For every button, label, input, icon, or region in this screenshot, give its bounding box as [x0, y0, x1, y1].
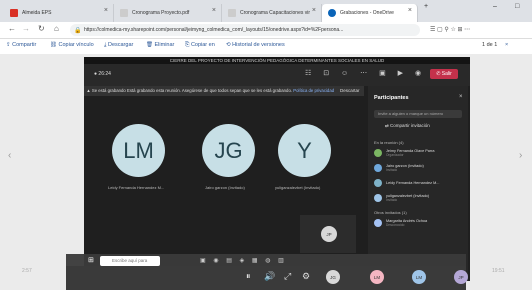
volume-icon[interactable]: 🔊 [264, 271, 275, 282]
minimize-icon[interactable]: – [493, 3, 497, 10]
download-button[interactable]: ⤓ Descargar [104, 42, 133, 49]
avatar: LM [370, 270, 384, 284]
avatar [374, 149, 382, 157]
avatar [374, 164, 382, 172]
taskbar-search: Escribe aquí para buscar [100, 256, 160, 273]
pdf-icon [10, 9, 18, 17]
taskbar-apps-icon: ▣ ◉ ▤ ◈ ▦ ◍ ▥ [200, 258, 287, 264]
leave-button[interactable]: ✆ Salir [430, 69, 458, 79]
list-item[interactable]: Leidy Fernanda Hernandez M... [374, 177, 464, 189]
recording-banner: ▲ Se está grabando Está grabando esta re… [84, 86, 364, 96]
tab-cronograma-capacitaciones[interactable]: Cronograma Capacitaciones vir × [222, 4, 322, 22]
windows-start-icon: ⊞ [88, 257, 94, 264]
avatar-jp: JP [321, 226, 337, 242]
page-counter: 1 de 1 [482, 42, 498, 48]
close-icon[interactable]: × [408, 7, 412, 14]
lock-icon: 🔒 [74, 28, 82, 34]
version-history-button[interactable]: ⟲ Historial de versiones [226, 42, 285, 48]
list-item[interactable]: Jeimy Fernanda Olave Parra Organizador [374, 147, 464, 159]
avatar [374, 219, 382, 227]
avatar [374, 194, 382, 202]
close-icon[interactable]: × [312, 7, 316, 14]
list-item[interactable]: yuliganzalezbet (Invitado) Invitado [374, 192, 464, 204]
avatar-lm: LM [112, 124, 165, 177]
delete-button[interactable]: 🗑 Eliminar [146, 42, 174, 48]
tab-label: Cronograma Proyecto.pdf [132, 10, 190, 16]
avatar [374, 179, 382, 187]
tab-grabaciones-onedrive[interactable]: Grabaciones - OneDrive × [322, 4, 418, 22]
share-button[interactable]: ⇪ Compartir [6, 42, 36, 48]
close-icon[interactable]: × [104, 7, 108, 14]
meeting-title: CIERRE DEL PROYECTO DE INTERVENCIÓN PEDA… [84, 57, 470, 64]
trash-icon: 🗑 [146, 42, 155, 48]
copy-link-button[interactable]: ⛓ Copiar vínculo [50, 42, 94, 48]
close-icon[interactable]: × [212, 7, 216, 14]
copy-to-button[interactable]: ⎘ Copiar en [185, 42, 215, 49]
next-file-icon[interactable]: › [519, 150, 522, 161]
reload-icon[interactable]: ↻ [38, 24, 45, 33]
document-icon [228, 9, 236, 17]
onedrive-icon [328, 9, 336, 17]
privacy-link[interactable]: Política de privacidad [293, 88, 334, 93]
avatar-y: Y [278, 124, 331, 177]
extensions-icon[interactable]: ☰ ▢ ⚲ ☆ ⊞ ⋯ [430, 26, 470, 33]
avatar: JP [454, 270, 468, 284]
tab-cronograma-proyecto[interactable]: Cronograma Proyecto.pdf × [114, 4, 222, 22]
url-field[interactable]: https://colmedica-my.sharepoint.com/pers… [70, 24, 420, 36]
panel-title: Participantes [374, 95, 409, 101]
back-icon[interactable]: ← [8, 24, 16, 33]
current-time: 2:57 [22, 268, 32, 274]
close-panel-icon[interactable]: × [459, 94, 463, 100]
meeting-timer: ● 26:24 [94, 71, 111, 77]
document-icon [120, 9, 128, 17]
participant-name: Jairo garzon (Invitado) [205, 185, 245, 190]
fullscreen-icon[interactable]: ⤢ [284, 271, 291, 282]
avatar-jg: JG [202, 124, 255, 177]
avatar: JG [326, 270, 340, 284]
list-item[interactable]: Jairo garzon (Invitado) Invitado [374, 162, 464, 174]
participant-name: Leidy Fernanda Hernandez M... [108, 185, 165, 190]
share-invite-button[interactable]: ⇄ Compartir invitación [385, 123, 430, 129]
total-time: 19:51 [492, 268, 505, 274]
section-in-meeting: En la reunión (4) [374, 140, 404, 145]
tab-almeida[interactable]: Almeida EPS × [4, 4, 114, 22]
section-other-invitees: Otros invitados (1) [374, 210, 407, 215]
new-tab-icon[interactable]: + [424, 3, 428, 10]
close-viewer-icon[interactable]: × [505, 42, 508, 48]
list-item[interactable]: Margarita Andrés Ochoa Desconocido [374, 217, 464, 229]
forward-icon[interactable]: → [22, 24, 30, 33]
home-icon[interactable]: ⌂ [54, 24, 59, 33]
tab-label: Almeida EPS [22, 10, 52, 16]
pause-icon[interactable]: ⏸ [246, 271, 251, 282]
settings-icon[interactable]: ⚙ [302, 271, 310, 282]
tab-label: Cronograma Capacitaciones vir [240, 10, 311, 16]
dismiss-button[interactable]: Descartar [340, 86, 360, 96]
link-icon: ⛓ [50, 42, 59, 48]
avatar: LM [412, 270, 426, 284]
invite-search-input[interactable]: Invite a alguien o marque un número [374, 110, 462, 118]
meeting-controls[interactable]: ☷ ⊡ ☺ ⋯ ▣ ▶ ◉ ▮ [305, 69, 442, 77]
prev-file-icon[interactable]: ‹ [8, 150, 11, 161]
participant-name: yuliganzalezbet (Invitado) [275, 185, 321, 190]
maximize-icon[interactable]: □ [515, 3, 519, 10]
tab-label: Grabaciones - OneDrive [340, 10, 394, 16]
